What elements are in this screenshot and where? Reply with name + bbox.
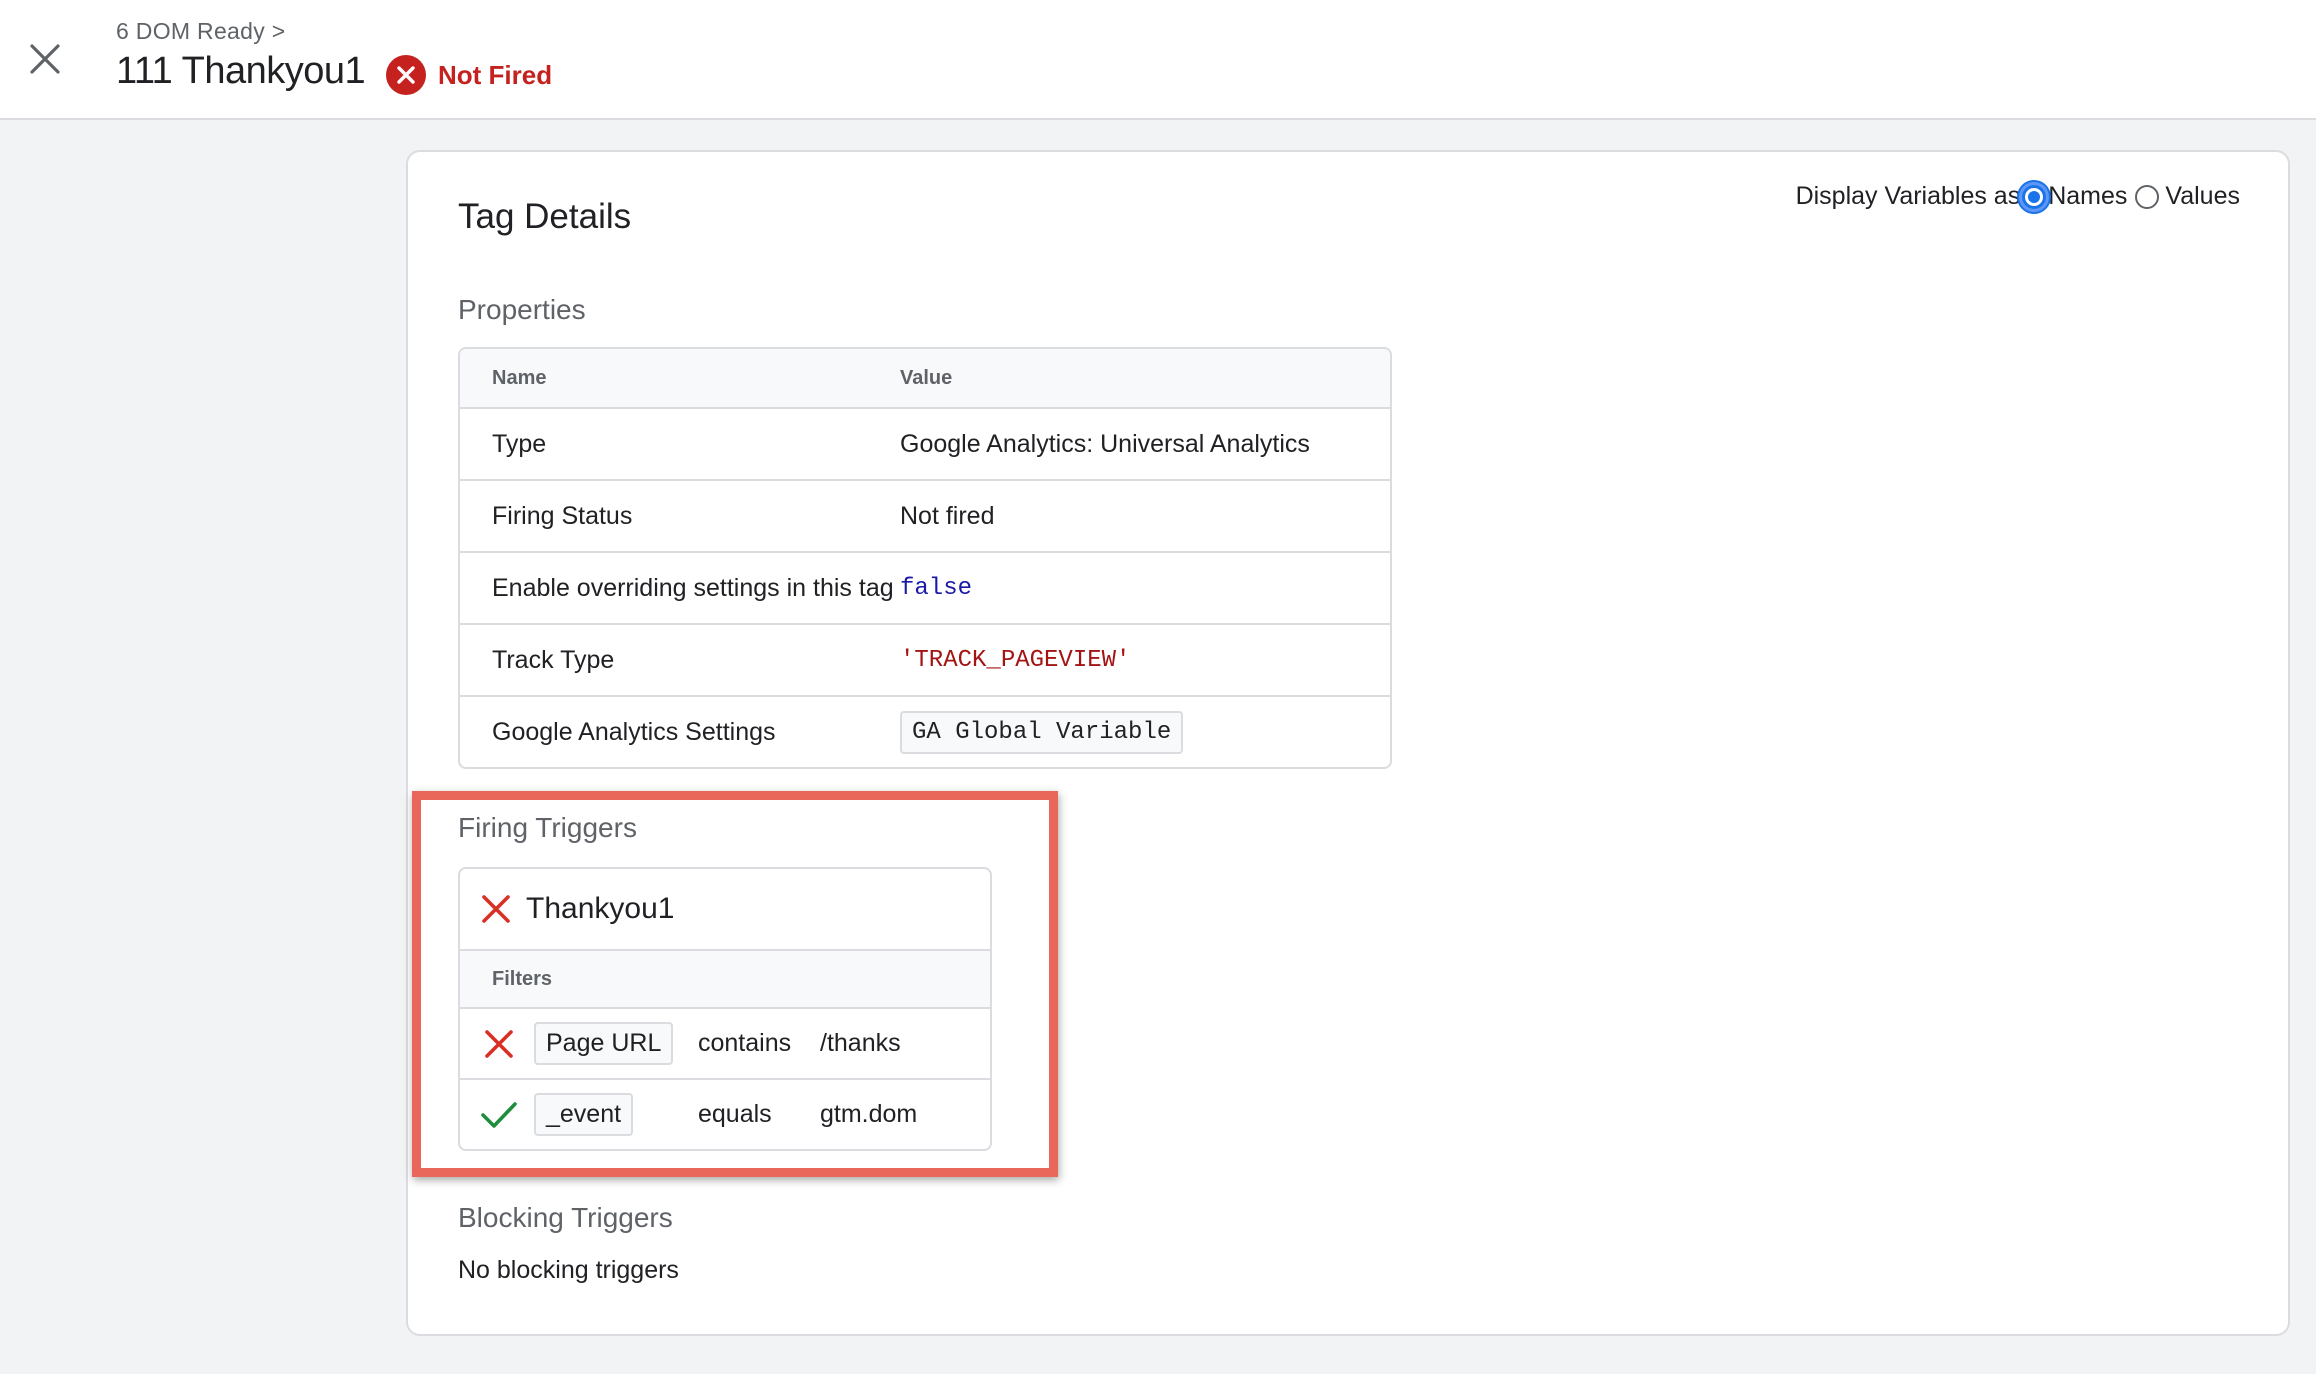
trigger-name: Thankyou1 — [526, 892, 675, 925]
trigger-header: Thankyou1 — [460, 869, 990, 949]
values-radio-label[interactable]: Values — [2165, 182, 2240, 211]
filter-operator: equals — [698, 1100, 772, 1128]
properties-table: Name Value Type Google Analytics: Univer… — [458, 347, 1392, 769]
table-row: Track Type 'TRACK_PAGEVIEW' — [460, 623, 1390, 695]
table-header: Name Value — [460, 349, 1390, 407]
filters-label: Filters — [460, 949, 990, 1009]
firing-triggers-heading: Firing Triggers — [458, 812, 637, 843]
close-icon — [30, 44, 60, 74]
filter-variable[interactable]: Page URL — [534, 1022, 674, 1065]
no-blocking-triggers-text: No blocking triggers — [458, 1256, 679, 1284]
breadcrumb[interactable]: 6 DOM Ready > — [116, 18, 285, 45]
values-radio[interactable] — [2135, 184, 2160, 209]
display-variables-label: Display Variables as — [1795, 182, 2021, 210]
filter-value: gtm.dom — [820, 1100, 918, 1128]
names-radio-label[interactable]: Names — [2048, 182, 2127, 211]
close-button[interactable] — [22, 36, 68, 82]
property-value: false — [900, 574, 973, 602]
status-text: Not Fired — [438, 59, 553, 90]
property-name: Firing Status — [492, 501, 633, 530]
property-value: Not fired — [900, 501, 995, 530]
table-row: Enable overriding settings in this tag f… — [460, 551, 1390, 623]
property-name: Track Type — [492, 645, 615, 674]
variable-chip[interactable]: GA Global Variable — [900, 710, 1184, 754]
property-value: GA Global Variable — [900, 710, 1390, 754]
property-name: Google Analytics Settings — [492, 717, 776, 746]
column-header-name: Name — [492, 366, 547, 389]
top-bar: 6 DOM Ready > 111 Thankyou1 Not Fired — [0, 0, 2316, 120]
error-circle-icon — [386, 55, 426, 95]
table-row: Firing Status Not fired — [460, 479, 1390, 551]
filter-variable[interactable]: _event — [534, 1093, 634, 1136]
properties-heading: Properties — [458, 294, 586, 325]
table-row: Type Google Analytics: Universal Analyti… — [460, 407, 1390, 479]
filter-row: Page URL contains /thanks — [460, 1009, 990, 1078]
tag-details-panel: Display Variables as Names Values Tag De… — [406, 150, 2290, 1336]
firing-trigger-card: Thankyou1 Filters Page URL contains /tha… — [458, 867, 992, 1151]
tag-details-heading: Tag Details — [458, 197, 632, 236]
close-icon — [466, 893, 526, 925]
property-value: 'TRACK_PAGEVIEW' — [900, 646, 1131, 674]
property-value: Google Analytics: Universal Analytics — [900, 429, 1310, 458]
filter-value: /thanks — [820, 1029, 901, 1057]
table-row: Google Analytics Settings GA Global Vari… — [460, 695, 1390, 767]
property-name: Type — [492, 429, 547, 458]
filter-row: _event equals gtm.dom — [460, 1078, 990, 1149]
page-title: 111 Thankyou1 — [116, 50, 366, 92]
column-header-value: Value — [900, 366, 953, 389]
status-badge: Not Fired — [386, 55, 552, 95]
filter-operator: contains — [698, 1029, 792, 1057]
blocking-triggers-heading: Blocking Triggers — [458, 1202, 673, 1233]
property-name: Enable overriding settings in this tag — [492, 573, 894, 602]
names-radio[interactable] — [2022, 184, 2047, 209]
check-icon — [464, 1100, 534, 1130]
display-variables-toggle: Display Variables as Names Values — [1796, 182, 2240, 211]
close-icon — [464, 1028, 534, 1060]
